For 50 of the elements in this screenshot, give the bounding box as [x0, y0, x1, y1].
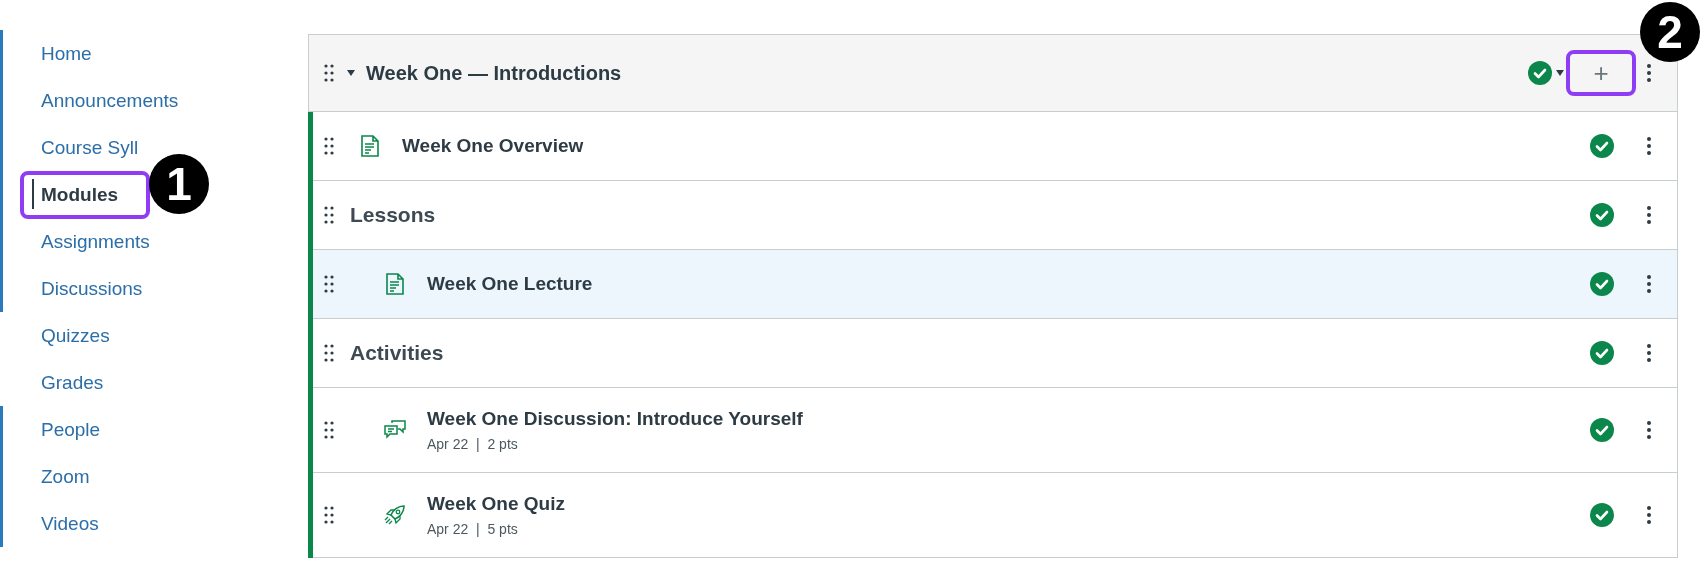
sidebar-link[interactable]: People	[20, 405, 150, 454]
drag-handle-icon[interactable]	[324, 421, 334, 439]
item-details: Apr 22 | 5 pts	[427, 521, 519, 537]
item-title[interactable]: Week One Lecture	[427, 273, 593, 295]
sidebar-link[interactable]: Announcements	[20, 76, 189, 125]
add-item-button[interactable]: +	[1566, 50, 1636, 96]
sidebar-link[interactable]: Modules	[20, 170, 150, 219]
rocket-icon	[384, 504, 406, 526]
kebab-menu-icon[interactable]	[1646, 505, 1652, 525]
kebab-menu-icon[interactable]	[1646, 274, 1652, 294]
kebab-menu-icon[interactable]	[1646, 420, 1652, 440]
item-title[interactable]: Week One Quiz	[427, 493, 565, 515]
drag-handle-icon[interactable]	[324, 64, 334, 82]
published-check-icon[interactable]	[1528, 61, 1552, 85]
published-check-icon[interactable]	[1590, 272, 1614, 296]
kebab-menu-icon[interactable]	[1646, 343, 1652, 363]
caret-icon[interactable]	[346, 69, 356, 77]
item-details: Apr 22 | 2 pts	[427, 436, 519, 452]
item-title[interactable]: Week One Overview	[402, 135, 584, 157]
item-title[interactable]: Week One Discussion: Introduce Yourself	[427, 408, 803, 430]
sidebar-link[interactable]: Course Syll	[20, 123, 150, 172]
sidebar-link[interactable]: Home	[20, 29, 150, 78]
drag-handle-icon[interactable]	[324, 137, 334, 155]
kebab-menu-icon[interactable]	[1646, 63, 1652, 83]
chat-bubbles-icon	[384, 420, 406, 440]
subheader-title: Lessons	[350, 203, 436, 227]
subheader-title: Activities	[350, 341, 444, 365]
sidebar-link[interactable]: Quizzes	[20, 311, 150, 360]
published-check-icon[interactable]	[1590, 203, 1614, 227]
document-icon	[361, 135, 379, 157]
sidebar-link[interactable]: Discussions	[20, 264, 153, 313]
published-check-icon[interactable]	[1590, 503, 1614, 527]
published-check-icon[interactable]	[1590, 341, 1614, 365]
step-badge: 2	[1640, 2, 1700, 62]
module-title: Week One — Introductions	[366, 61, 622, 85]
document-icon	[386, 273, 404, 295]
drag-handle-icon[interactable]	[324, 206, 334, 224]
sidebar-link[interactable]: Zoom	[20, 452, 150, 501]
sidebar-link[interactable]: Videos	[20, 499, 150, 548]
drag-handle-icon[interactable]	[324, 344, 334, 362]
sidebar-link[interactable]: Grades	[20, 358, 150, 407]
caret-icon[interactable]	[1556, 70, 1564, 76]
kebab-menu-icon[interactable]	[1646, 205, 1652, 225]
drag-handle-icon[interactable]	[324, 506, 334, 524]
sidebar-link[interactable]: Assignments	[20, 217, 160, 266]
published-check-icon[interactable]	[1590, 134, 1614, 158]
kebab-menu-icon[interactable]	[1646, 136, 1652, 156]
drag-handle-icon[interactable]	[324, 275, 334, 293]
published-check-icon[interactable]	[1590, 418, 1614, 442]
step-badge: 1	[149, 154, 209, 214]
